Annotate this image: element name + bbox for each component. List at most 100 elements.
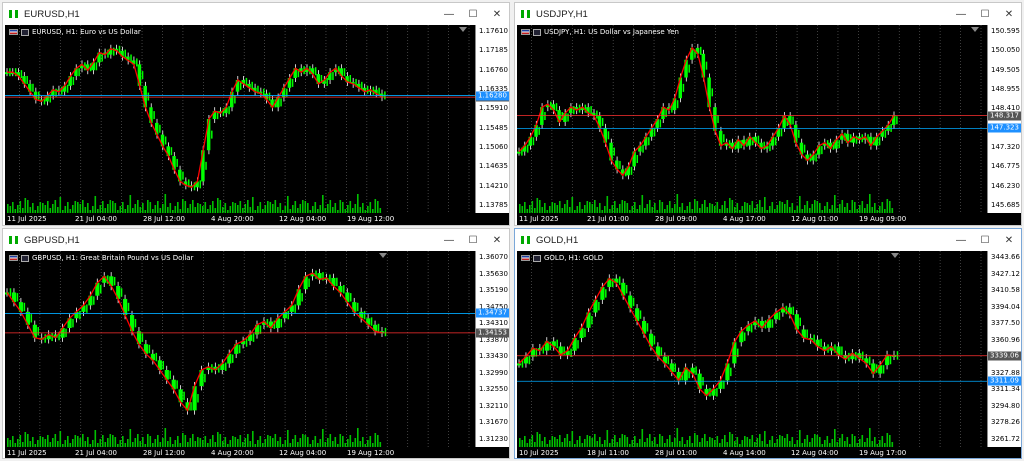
trade-panel-icon[interactable] xyxy=(533,28,541,36)
price-axis[interactable]: 150.595150.050149.505148.955148.410147.8… xyxy=(987,25,1021,213)
minimize-icon[interactable]: — xyxy=(949,3,973,25)
price-plot[interactable] xyxy=(517,25,987,213)
volume-bar xyxy=(704,434,706,447)
window-title: GBPUSD,H1 xyxy=(24,234,80,246)
volume-bar xyxy=(531,201,534,213)
volume-bar xyxy=(272,204,274,213)
time-axis[interactable]: 10 Jul 2025 18 Jul 11:00 28 Jul 01:00 4 Aug… xyxy=(517,447,987,458)
maximize-icon[interactable]: ☐ xyxy=(461,229,485,251)
volume-bar xyxy=(287,196,289,213)
shift-marker-icon[interactable] xyxy=(459,27,467,32)
chart-area[interactable]: USDJPY, H1: US Dollar vs Japanese Yen 15… xyxy=(517,25,1021,225)
volume-bar xyxy=(776,205,779,213)
shift-marker-icon[interactable] xyxy=(971,27,979,32)
chart-window-gbpusd[interactable]: GBPUSD,H1 — ☐ ✕ GBPUSD, H1: Great Britai… xyxy=(2,228,510,459)
volume-bar xyxy=(776,439,779,447)
volume-bar xyxy=(47,201,49,213)
price-axis[interactable]: 1.36070 1.35630 1.35190 1.34750 1.34310 1.338… xyxy=(475,251,509,447)
bid-price-tag: 3339.06 xyxy=(988,351,1021,361)
time-tick-label: 4 Aug 20:00 xyxy=(211,449,254,457)
volume-bar xyxy=(279,437,282,447)
volume-bar xyxy=(347,439,349,447)
price-plot[interactable] xyxy=(5,251,475,447)
volume-bar xyxy=(686,440,689,447)
shift-marker-icon[interactable] xyxy=(891,253,899,258)
window-titlebar[interactable]: GBPUSD,H1 — ☐ ✕ xyxy=(3,229,509,251)
chart-area[interactable]: EURUSD, H1: Euro vs US Dollar 1.17610 1.1… xyxy=(5,25,509,225)
volume-bar xyxy=(721,439,724,447)
time-axis[interactable]: 11 Jul 2025 21 Jul 04:00 28 Jul 12:00 4 Aug… xyxy=(5,447,475,458)
volume-bar xyxy=(252,197,254,213)
maximize-icon[interactable]: ☐ xyxy=(461,3,485,25)
volume-bar xyxy=(586,435,589,447)
volume-bar xyxy=(304,435,307,447)
volume-bar xyxy=(177,202,179,213)
volume-bar xyxy=(711,204,714,213)
trade-panel-icon[interactable] xyxy=(533,254,541,262)
volume-bar xyxy=(92,206,94,213)
volume-bar xyxy=(312,440,314,447)
volume-bar xyxy=(229,206,232,213)
chart-area[interactable]: GBPUSD, H1: Great Britain Pound vs US Do… xyxy=(5,251,509,458)
close-icon[interactable]: ✕ xyxy=(997,3,1021,25)
minimize-icon[interactable]: — xyxy=(437,229,461,251)
time-tick-label: 12 Aug 04:00 xyxy=(279,449,327,457)
chart-window-gold[interactable]: GOLD,H1 — ☐ ✕ GOLD, H1: GOLD 3443.66 3427… xyxy=(514,228,1022,459)
trade-panel-icon[interactable] xyxy=(21,254,29,262)
volume-bar xyxy=(299,204,302,213)
chart-window-icon xyxy=(519,234,533,246)
volume-bar xyxy=(536,198,539,213)
volume-bar xyxy=(834,195,836,213)
currency-flag-icon xyxy=(9,255,18,261)
currency-flag-icon xyxy=(521,29,530,35)
volume-bar xyxy=(704,200,706,213)
time-axis[interactable]: 11 Jul 2025 21 Jul 04:00 28 Jul 12:00 4 Aug… xyxy=(5,213,475,225)
volume-bar xyxy=(744,436,746,447)
chart-window-eurusd[interactable]: EURUSD,H1 — ☐ ✕ EURUSD, H1: Euro vs US D… xyxy=(2,2,510,226)
volume-bar xyxy=(334,437,337,447)
price-tick-label: 1.34310 xyxy=(479,319,508,328)
minimize-icon[interactable]: — xyxy=(949,229,973,251)
maximize-icon[interactable]: ☐ xyxy=(973,3,997,25)
chart-area[interactable]: GOLD, H1: GOLD 3443.66 3427.12 3410.58 3394… xyxy=(517,251,1021,458)
volume-bar xyxy=(114,203,117,213)
volume-bar xyxy=(816,201,819,213)
volume-bar xyxy=(826,436,829,447)
volume-bar xyxy=(377,435,379,447)
volume-bar xyxy=(269,202,272,213)
minimize-icon[interactable]: — xyxy=(437,3,461,25)
volume-bar xyxy=(39,436,42,447)
window-titlebar[interactable]: GOLD,H1 — ☐ ✕ xyxy=(515,229,1021,251)
price-tick-label: 1.32990 xyxy=(479,368,508,377)
bid-price-tag: 1.34153 xyxy=(476,328,509,338)
price-axis[interactable]: 3443.66 3427.12 3410.58 3394.04 3377.50 3360.… xyxy=(987,251,1021,447)
volume-bar xyxy=(824,206,826,213)
close-icon[interactable]: ✕ xyxy=(997,229,1021,251)
shift-marker-icon[interactable] xyxy=(379,253,387,258)
window-titlebar[interactable]: EURUSD,H1 — ☐ ✕ xyxy=(3,3,509,25)
price-plot[interactable] xyxy=(517,251,987,447)
trade-panel-icon[interactable] xyxy=(21,28,29,36)
volume-bar xyxy=(529,439,531,447)
volume-bar xyxy=(524,202,526,213)
volume-bar xyxy=(307,203,309,213)
chart-window-usdjpy[interactable]: USDJPY,H1 — ☐ ✕ USDJPY, H1: US Dollar vs… xyxy=(514,2,1022,226)
price-tick-label: 147.320 xyxy=(991,143,1020,151)
volume-bar xyxy=(274,200,277,213)
volume-bar xyxy=(854,202,856,213)
volume-bar xyxy=(889,201,891,213)
volume-bar xyxy=(619,438,621,447)
price-plot[interactable] xyxy=(5,25,475,213)
close-icon[interactable]: ✕ xyxy=(485,3,509,25)
volume-bar xyxy=(649,434,651,447)
close-icon[interactable]: ✕ xyxy=(485,229,509,251)
price-axis[interactable]: 1.17610 1.17185 1.16760 1.16335 1.15910 1.154… xyxy=(475,25,509,213)
maximize-icon[interactable]: ☐ xyxy=(973,229,997,251)
volume-bar xyxy=(44,205,47,213)
time-axis[interactable]: 11 Jul 2025 21 Jul 01:00 28 Jul 09:00 4 Aug… xyxy=(517,213,987,225)
window-titlebar[interactable]: USDJPY,H1 — ☐ ✕ xyxy=(515,3,1021,25)
volume-bar xyxy=(669,435,671,447)
volume-bar xyxy=(312,206,314,213)
volume-bar xyxy=(269,436,272,447)
volume-bar xyxy=(197,203,199,213)
